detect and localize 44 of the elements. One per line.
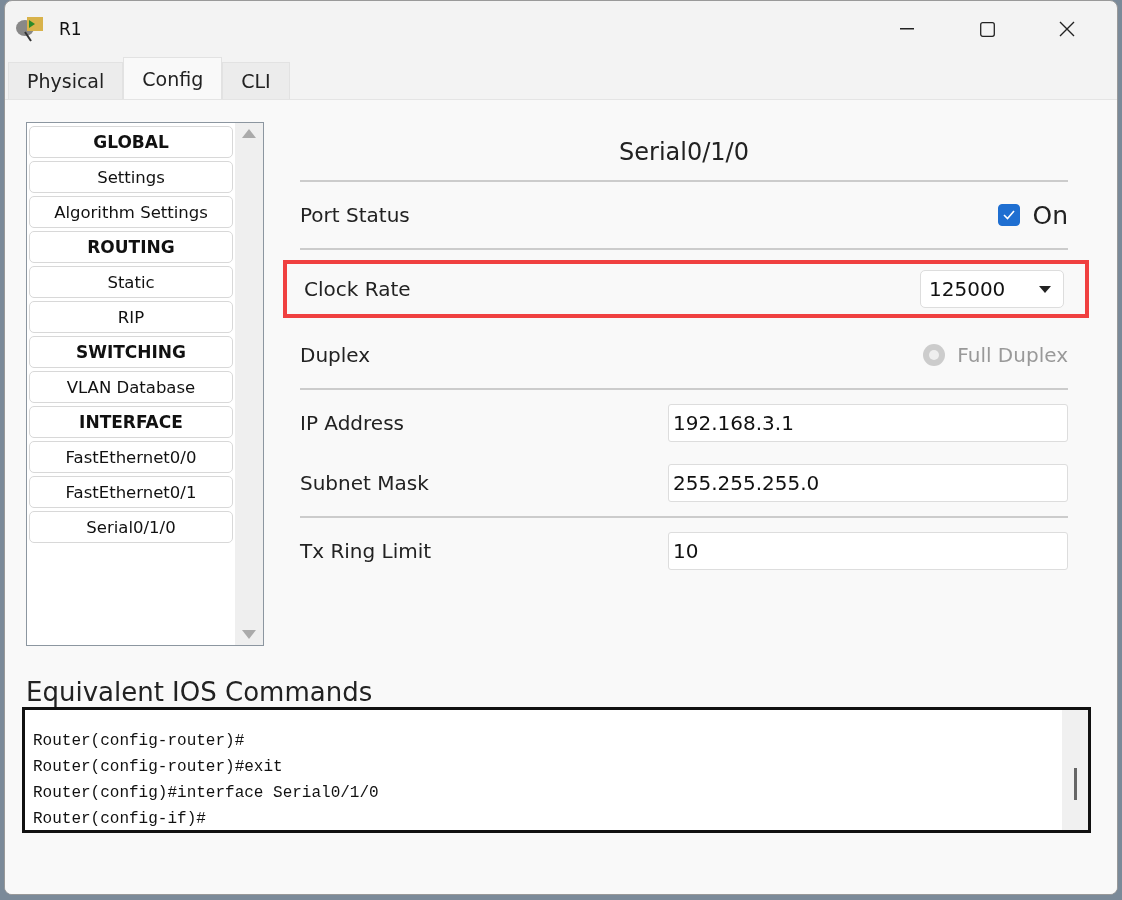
field-label: Clock Rate — [304, 277, 411, 301]
scroll-up-icon[interactable] — [242, 129, 256, 138]
maximize-icon — [979, 21, 995, 37]
scrollbar[interactable] — [1062, 710, 1088, 830]
option-label: On — [1032, 200, 1068, 230]
section-header[interactable]: INTERFACE — [29, 406, 233, 438]
command-line: Router(config)#interface Serial0/1/0 — [33, 783, 380, 804]
section-header[interactable]: GLOBAL — [29, 126, 233, 158]
window-title: R1 — [59, 19, 83, 39]
tab[interactable]: CLI — [222, 62, 290, 99]
field-label: Subnet Mask — [300, 471, 429, 495]
section-header[interactable]: ROUTING — [29, 231, 233, 263]
sidebar-item[interactable]: FastEthernet0/0 — [29, 441, 233, 473]
checkbox[interactable] — [998, 204, 1021, 226]
input-field[interactable]: 10 — [668, 532, 1068, 570]
sidebar-item[interactable]: RIP — [29, 301, 233, 333]
caret-icon — [1039, 285, 1051, 293]
command-line: Router(config-if)# — [33, 809, 207, 830]
command-line: Router(config-router)# — [33, 731, 246, 752]
command-line: Router(config-router)#exit — [33, 757, 284, 778]
option-label: Full Duplex — [957, 343, 1068, 367]
sidebar-item[interactable]: Algorithm Settings — [29, 196, 233, 228]
scrollbar[interactable] — [235, 123, 263, 645]
panel-title: Serial0/1/0 — [300, 122, 1068, 182]
field-label: Tx Ring Limit — [300, 539, 432, 563]
input-field[interactable]: 192.168.3.1 — [668, 404, 1068, 442]
close-icon — [1059, 21, 1075, 37]
field-label: IP Address — [300, 411, 404, 435]
sidebar-item[interactable]: Serial0/1/0 — [29, 511, 233, 543]
sidebar-item[interactable]: FastEthernet0/1 — [29, 476, 233, 508]
section-heading: Equivalent IOS Commands — [26, 677, 374, 707]
input-field[interactable]: 255.255.255.0 — [668, 464, 1068, 502]
tab[interactable]: Physical — [8, 62, 124, 99]
tab[interactable]: Config — [123, 57, 223, 99]
checkmark-icon — [1003, 210, 1016, 220]
field-label: Port Status — [300, 203, 410, 227]
sidebar-item[interactable]: VLAN Database — [29, 371, 233, 403]
minimize-icon — [900, 28, 914, 30]
sidebar-item[interactable]: Settings — [29, 161, 233, 193]
sidebar-item[interactable]: Static — [29, 266, 233, 298]
field-label: Duplex — [300, 343, 371, 367]
scroll-down-icon[interactable] — [242, 630, 256, 639]
clock-rate-dropdown[interactable]: 125000 — [920, 270, 1064, 308]
section-header[interactable]: SWITCHING — [29, 336, 233, 368]
